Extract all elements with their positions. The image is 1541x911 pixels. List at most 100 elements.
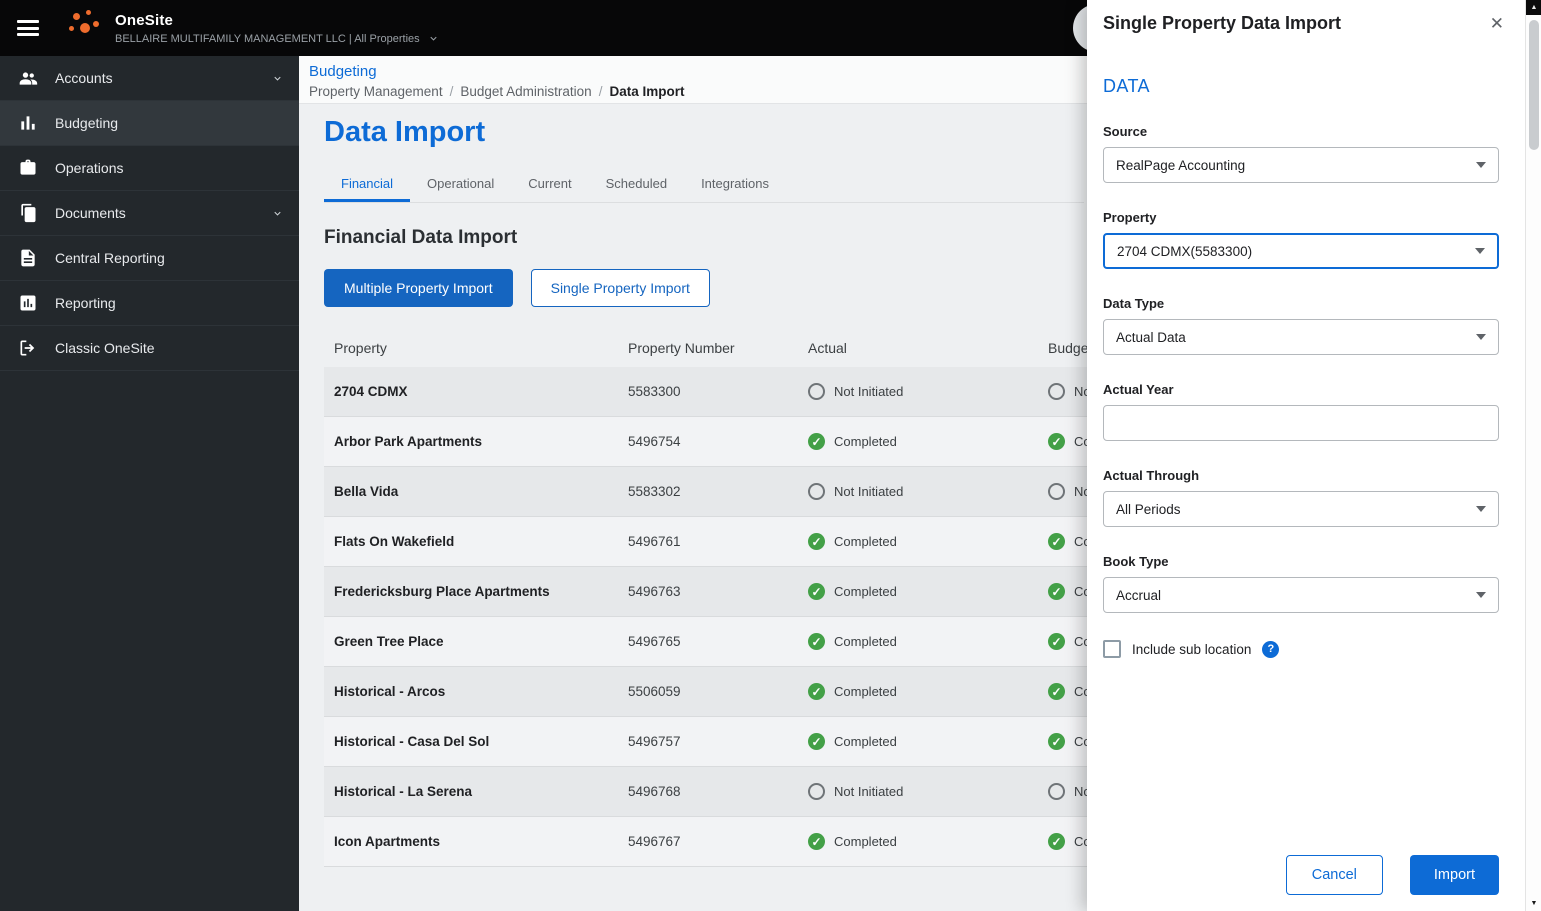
- sidebar-item-documents[interactable]: Documents: [0, 191, 299, 236]
- actual-through-select-value: All Periods: [1116, 501, 1181, 517]
- documents-icon: [21, 203, 36, 223]
- actual-status: Not Initiated: [798, 783, 1038, 800]
- tab-scheduled[interactable]: Scheduled: [589, 167, 684, 202]
- include-sub-location-checkbox[interactable]: [1103, 640, 1121, 658]
- property-number: 5496757: [628, 734, 681, 749]
- status-label: Completed: [834, 834, 897, 849]
- reporting-icon: [20, 295, 36, 311]
- scroll-up-arrow-icon[interactable]: ▲: [1526, 0, 1541, 15]
- field-source: Source RealPage Accounting: [1103, 124, 1499, 183]
- column-header-actual: Actual: [808, 340, 847, 356]
- property-name: Fredericksburg Place Apartments: [334, 584, 550, 599]
- breadcrumb-module-link[interactable]: Budgeting: [309, 63, 377, 80]
- data-type-select[interactable]: Actual Data: [1103, 319, 1499, 355]
- actual-status: Completed: [798, 733, 1038, 750]
- property-name: Bella Vida: [334, 484, 399, 499]
- book-type-select[interactable]: Accrual: [1103, 577, 1499, 613]
- status-icon: [808, 783, 825, 800]
- status-icon: [808, 833, 825, 850]
- tab-operational[interactable]: Operational: [410, 167, 511, 202]
- org-property-selector-label[interactable]: BELLAIRE MULTIFAMILY MANAGEMENT LLC | Al…: [115, 33, 420, 45]
- close-icon[interactable]: ✕: [1483, 13, 1511, 34]
- status-icon: [1048, 533, 1065, 550]
- include-sub-location-label: Include sub location: [1132, 641, 1252, 657]
- chevron-down-icon: [1475, 248, 1485, 254]
- column-header-property-number: Property Number: [628, 340, 735, 356]
- tab-financial[interactable]: Financial: [324, 167, 411, 202]
- central-reporting-icon: [21, 249, 35, 267]
- sidebar-item-operations[interactable]: Operations: [0, 146, 299, 191]
- status-icon: [1048, 833, 1065, 850]
- scroll-down-arrow-icon[interactable]: ▼: [1526, 896, 1541, 911]
- status-icon: [808, 433, 825, 450]
- actual-status: Not Initiated: [798, 483, 1038, 500]
- help-icon[interactable]: ?: [1262, 640, 1280, 658]
- chevron-down-icon: [1476, 162, 1486, 168]
- sidebar-item-reporting[interactable]: Reporting: [0, 281, 299, 326]
- property-number: 5496768: [628, 784, 681, 799]
- actual-status: Completed: [798, 633, 1038, 650]
- tab-current[interactable]: Current: [511, 167, 588, 202]
- property-select[interactable]: 2704 CDMX(5583300): [1103, 233, 1499, 269]
- status-icon: [1048, 433, 1065, 450]
- brand-block: OneSite BELLAIRE MULTIFAMILY MANAGEMENT …: [115, 12, 439, 45]
- chevron-down-icon: [1476, 506, 1486, 512]
- sidebar-item-budgeting[interactable]: Budgeting: [0, 101, 299, 146]
- actual-status: Not Initiated: [798, 383, 1038, 400]
- sidebar-item-central-reporting[interactable]: Central Reporting: [0, 236, 299, 281]
- status-label: Completed: [834, 684, 897, 699]
- tab-integrations[interactable]: Integrations: [684, 167, 786, 202]
- status-label: Completed: [834, 584, 897, 599]
- multiple-property-import-button[interactable]: Multiple Property Import: [324, 269, 513, 307]
- actual-year-input[interactable]: [1103, 405, 1499, 441]
- breadcrumb-link[interactable]: Budget Administration: [460, 84, 591, 99]
- property-number: 5496767: [628, 834, 681, 849]
- field-actual-through: Actual Through All Periods: [1103, 468, 1499, 527]
- property-name: Historical - Casa Del Sol: [334, 734, 490, 749]
- status-label: Not Initiated: [834, 784, 904, 799]
- field-property: Property 2704 CDMX(5583300): [1103, 210, 1499, 269]
- sidebar-item-label: Central Reporting: [55, 250, 165, 266]
- status-icon: [1048, 733, 1065, 750]
- sidebar-item-accounts[interactable]: Accounts: [0, 56, 299, 101]
- source-select[interactable]: RealPage Accounting: [1103, 147, 1499, 183]
- import-button[interactable]: Import: [1409, 855, 1499, 895]
- status-label: Not Initiated: [834, 484, 904, 499]
- onesite-logo-icon: [67, 9, 105, 47]
- status-icon: [1048, 383, 1065, 400]
- sidebar-item-label: Reporting: [55, 295, 116, 311]
- data-section-heading: DATA: [1103, 76, 1150, 96]
- data-type-select-value: Actual Data: [1116, 329, 1186, 345]
- property-name: Historical - La Serena: [334, 784, 473, 799]
- status-icon: [1048, 483, 1065, 500]
- scrollbar-thumb[interactable]: [1529, 20, 1539, 150]
- property-name: Flats On Wakefield: [334, 534, 455, 549]
- sidebar-item-label: Classic OneSite: [55, 340, 155, 356]
- sidebar-item-label: Operations: [55, 160, 124, 176]
- single-property-import-button[interactable]: Single Property Import: [530, 269, 710, 307]
- sidebar-item-classic-onesite[interactable]: Classic OneSite: [0, 326, 299, 371]
- property-name: Historical - Arcos: [334, 684, 446, 699]
- cancel-button[interactable]: Cancel: [1285, 855, 1383, 895]
- status-icon: [808, 383, 825, 400]
- status-icon: [808, 533, 825, 550]
- book-type-label: Book Type: [1103, 554, 1169, 569]
- tab-bar: Financial Operational Current Scheduled …: [324, 167, 1084, 203]
- vertical-scrollbar[interactable]: ▲ ▼: [1525, 0, 1541, 911]
- chevron-down-icon[interactable]: [428, 33, 439, 44]
- sidebar-item-label: Accounts: [55, 70, 113, 86]
- status-icon: [1048, 683, 1065, 700]
- classic-onesite-icon: [20, 340, 35, 356]
- property-number: 5496765: [628, 634, 681, 649]
- hamburger-menu-icon[interactable]: [17, 20, 39, 36]
- property-number: 5506059: [628, 684, 681, 699]
- status-icon: [808, 633, 825, 650]
- drawer-title: Single Property Data Import: [1103, 13, 1342, 33]
- breadcrumb-link[interactable]: Property Management: [309, 84, 443, 99]
- accounts-icon: [19, 72, 38, 85]
- property-name: 2704 CDMX: [334, 384, 408, 399]
- actual-through-select[interactable]: All Periods: [1103, 491, 1499, 527]
- sidebar-item-label: Budgeting: [55, 115, 119, 131]
- book-type-select-value: Accrual: [1116, 587, 1162, 603]
- actual-status: Completed: [798, 683, 1038, 700]
